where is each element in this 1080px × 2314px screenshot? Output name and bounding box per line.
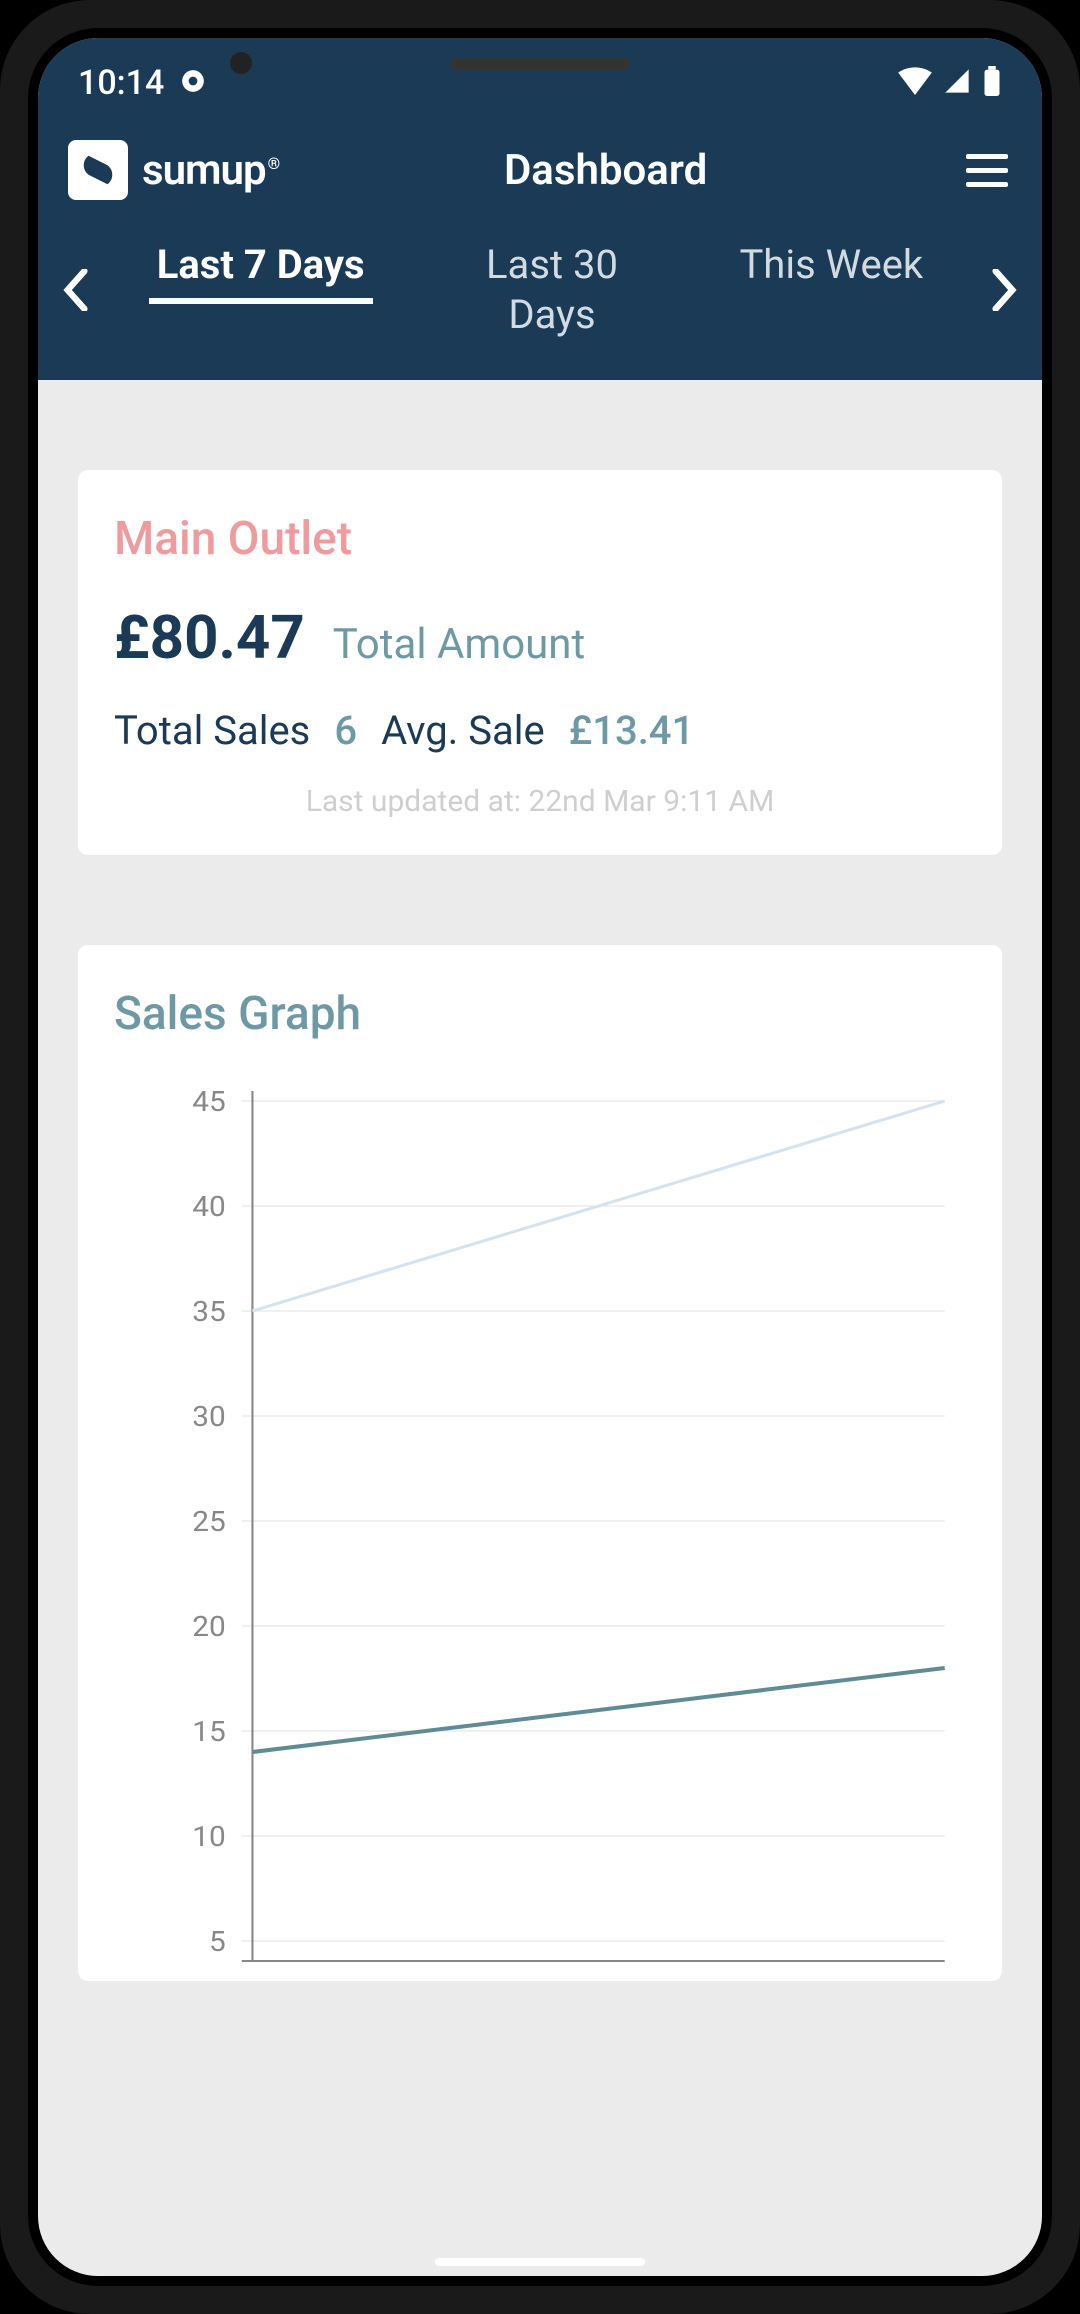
signal-icon xyxy=(942,67,972,99)
total-amount-value: £80.47 xyxy=(114,602,305,673)
last-updated: Last updated at: 22nd Mar 9:11 AM xyxy=(114,784,966,819)
sales-graph-title: Sales Graph xyxy=(114,987,966,1041)
svg-text:25: 25 xyxy=(192,1506,226,1539)
sales-graph: 45 40 35 30 25 20 15 10 5 xyxy=(114,1081,966,1981)
total-sales-label: Total Sales xyxy=(114,707,310,754)
tab-last-30-days[interactable]: Last 30Days xyxy=(478,236,626,344)
status-bar: 10:14 xyxy=(38,38,1042,128)
date-range-tabs: Last 7 Days Last 30Days This Week xyxy=(38,218,1042,380)
app-header: sumup® Dashboard xyxy=(38,128,1042,218)
summary-card: Main Outlet £80.47 Total Amount Total Sa… xyxy=(78,470,1002,855)
tab-this-week[interactable]: This Week xyxy=(731,236,931,294)
svg-text:15: 15 xyxy=(192,1716,226,1749)
svg-text:20: 20 xyxy=(192,1611,226,1644)
sales-graph-card: Sales Graph xyxy=(78,945,1002,1981)
avg-sale-label: Avg. Sale xyxy=(381,707,545,754)
total-amount-label: Total Amount xyxy=(333,620,585,669)
status-time: 10:14 xyxy=(78,63,164,103)
tab-last-7-days[interactable]: Last 7 Days xyxy=(149,236,373,304)
total-sales-value: 6 xyxy=(334,707,357,754)
menu-button[interactable] xyxy=(962,150,1012,191)
page-title: Dashboard xyxy=(279,146,962,195)
chevron-right-icon xyxy=(991,269,1017,311)
svg-text:40: 40 xyxy=(192,1191,226,1224)
brand-logo xyxy=(68,140,128,200)
svg-text:35: 35 xyxy=(192,1296,226,1329)
svg-text:30: 30 xyxy=(192,1401,226,1434)
battery-icon xyxy=(982,66,1002,100)
disc-icon xyxy=(180,63,206,103)
svg-text:5: 5 xyxy=(209,1926,226,1959)
wifi-icon xyxy=(898,67,932,99)
svg-text:45: 45 xyxy=(192,1086,226,1119)
svg-text:10: 10 xyxy=(192,1821,226,1854)
outlet-name: Main Outlet xyxy=(114,512,966,566)
tabs-next-button[interactable] xyxy=(984,269,1024,311)
avg-sale-value: £13.41 xyxy=(569,707,695,754)
tabs-prev-button[interactable] xyxy=(56,269,96,311)
chevron-left-icon xyxy=(63,269,89,311)
brand-name: sumup® xyxy=(142,146,279,195)
